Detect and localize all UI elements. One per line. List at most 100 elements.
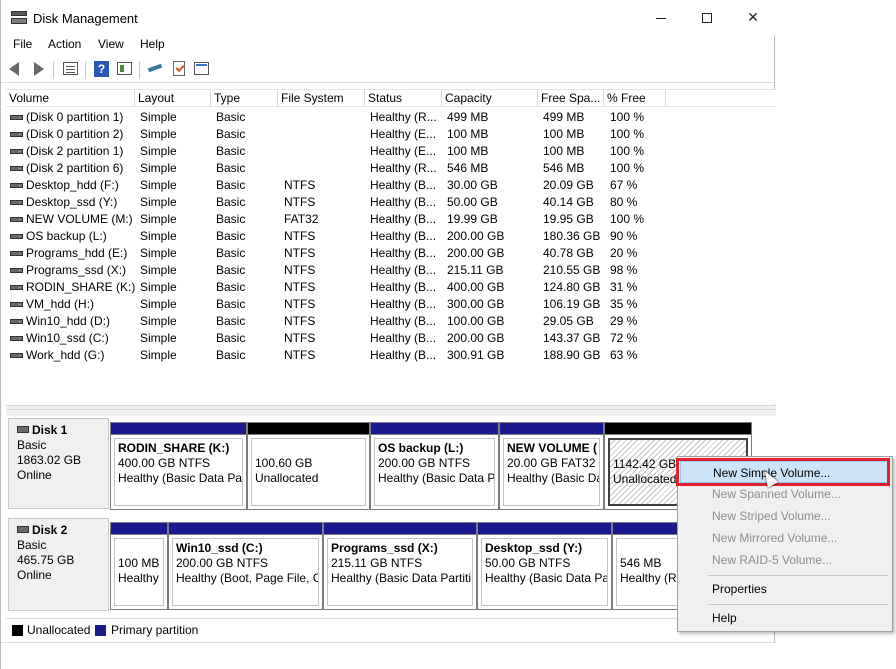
column-header-layout[interactable]: Layout xyxy=(135,90,211,107)
cell-volume: OS backup (L:) xyxy=(26,229,107,243)
column-header-capacity[interactable]: Capacity xyxy=(442,90,538,107)
volume-row[interactable]: Desktop_hdd (F:) Simple Basic NTFS Healthy (… xyxy=(6,177,776,194)
volume-row[interactable]: Programs_ssd (X:) Simple Basic NTFS Healthy … xyxy=(6,262,776,279)
partition-status: Unallocated xyxy=(255,471,319,485)
partition-status: Healthy (Basic Data Pa xyxy=(485,571,608,585)
horizontal-scroll-strip xyxy=(6,410,776,416)
cell-free-space: 499 MB xyxy=(543,110,585,124)
partition-details: 100 MB Healthy xyxy=(114,538,164,606)
menu-help[interactable]: Help xyxy=(140,37,165,51)
volume-row[interactable]: RODIN_SHARE (K:) Simple Basic NTFS Healthy (… xyxy=(6,279,776,296)
volume-icon xyxy=(10,217,23,222)
volume-list[interactable]: Volume Layout Type File System Status Ca… xyxy=(6,89,776,404)
disk-1-partition[interactable]: RODIN_SHARE (K:) 400.00 GB NTFS Healthy (B… xyxy=(110,422,247,510)
check-button[interactable] xyxy=(170,61,188,77)
window-title: Disk Management xyxy=(33,11,138,26)
column-header-volume[interactable]: Volume xyxy=(6,90,135,107)
cell-free-space: 20.09 GB xyxy=(543,178,594,192)
disk-2-label[interactable]: Disk 2 Basic 465.75 GB Online xyxy=(8,518,109,611)
cell-type: Basic xyxy=(216,178,246,192)
volume-row[interactable]: (Disk 2 partition 6) Simple Basic Healthy (… xyxy=(6,160,776,177)
forward-button[interactable] xyxy=(29,61,47,77)
volume-row[interactable]: Win10_hdd (D:) Simple Basic NTFS Healthy (B.… xyxy=(6,313,776,330)
disk-1-partition[interactable]: OS backup (L:) 200.00 GB NTFS Healthy (Bas… xyxy=(370,422,499,510)
disk-1-name: Disk 1 xyxy=(17,423,108,438)
back-button[interactable] xyxy=(7,61,25,77)
disk-2-partition[interactable]: 100 MB Healthy xyxy=(110,522,168,610)
close-icon: ✕ xyxy=(747,9,759,25)
volume-row[interactable]: Work_hdd (G:) Simple Basic NTFS Healthy (B..… xyxy=(6,347,776,364)
cell-layout: Simple xyxy=(140,229,177,243)
menu-new-spanned-volume[interactable]: New Spanned Volume... xyxy=(680,483,890,505)
cell-layout: Simple xyxy=(140,246,177,260)
disk-1-label[interactable]: Disk 1 Basic 1863.02 GB Online xyxy=(8,418,109,509)
volume-row[interactable]: NEW VOLUME (M:) Simple Basic FAT32 Healthy (… xyxy=(6,211,776,228)
close-button[interactable]: ✕ xyxy=(730,0,776,35)
disk-icon xyxy=(17,526,29,533)
show-hide-console-tree-button[interactable] xyxy=(62,61,80,77)
column-header-type[interactable]: Type xyxy=(211,90,278,107)
disk-1-name-text: Disk 1 xyxy=(32,423,68,437)
window-button[interactable] xyxy=(193,61,211,77)
volume-icon xyxy=(10,149,23,154)
cell-type: Basic xyxy=(216,246,246,260)
connect-button[interactable] xyxy=(147,61,165,77)
menu-file[interactable]: File xyxy=(13,37,32,51)
toolbar: ? xyxy=(1,57,776,83)
cell-free-space: 40.78 GB xyxy=(543,246,594,260)
help-button[interactable]: ? xyxy=(93,61,111,77)
column-header-status[interactable]: Status xyxy=(365,90,442,107)
disk-1-partition[interactable]: 100.60 GB Unallocated xyxy=(247,422,370,510)
volume-row[interactable]: Programs_hdd (E:) Simple Basic NTFS Healthy … xyxy=(6,245,776,262)
column-header-file-system[interactable]: File System xyxy=(278,90,365,107)
cell-percent-free: 100 % xyxy=(610,127,645,141)
menu-view[interactable]: View xyxy=(98,37,124,51)
volume-row[interactable]: OS backup (L:) Simple Basic NTFS Healthy (B.… xyxy=(6,228,776,245)
cell-percent-free: 20 % xyxy=(610,246,638,260)
volume-row[interactable]: (Disk 0 partition 1) Simple Basic Healthy (… xyxy=(6,109,776,126)
partition-size: 215.11 GB NTFS xyxy=(331,556,423,570)
cell-type: Basic xyxy=(216,263,246,277)
cell-percent-free: 67 % xyxy=(610,178,638,192)
disk-2-partition[interactable]: Programs_ssd (X:) 215.11 GB NTFS Healthy (… xyxy=(323,522,477,610)
volume-row[interactable]: Desktop_ssd (Y:) Simple Basic NTFS Healthy (… xyxy=(6,194,776,211)
volume-icon xyxy=(10,234,23,239)
properties-button[interactable] xyxy=(116,61,134,77)
volume-row[interactable]: (Disk 0 partition 2) Simple Basic Healthy (… xyxy=(6,126,776,143)
disk-2-partition[interactable]: Win10_ssd (C:) 200.00 GB NTFS Healthy (Boo… xyxy=(168,522,323,610)
cell-file-system: NTFS xyxy=(284,314,316,328)
cell-percent-free: 31 % xyxy=(610,280,638,294)
disk-1-partition[interactable]: NEW VOLUME (20.00 GB FAT32 Healthy (Basic… xyxy=(499,422,604,510)
partition-size: 200.00 GB NTFS xyxy=(378,456,471,470)
cell-layout: Simple xyxy=(140,144,177,158)
cell-file-system: NTFS xyxy=(284,195,316,209)
cell-capacity: 300.91 GB xyxy=(447,348,505,362)
volume-row[interactable]: (Disk 2 partition 1) Simple Basic Healthy (… xyxy=(6,143,776,160)
disk-2-partition[interactable]: Desktop_ssd (Y:) 50.00 GB NTFS Healthy (Ba… xyxy=(477,522,612,610)
partition-details: NEW VOLUME (20.00 GB FAT32 Healthy (Basic… xyxy=(503,438,600,506)
cell-free-space: 29.05 GB xyxy=(543,314,594,328)
cell-capacity: 30.00 GB xyxy=(447,178,498,192)
cell-status: Healthy (B... xyxy=(370,331,437,345)
volume-icon xyxy=(10,166,23,171)
cell-status: Healthy (B... xyxy=(370,263,437,277)
window-icon xyxy=(194,62,209,75)
volume-row[interactable]: VM_hdd (H:) Simple Basic NTFS Healthy (B... 3… xyxy=(6,296,776,313)
volume-row[interactable]: Win10_ssd (C:) Simple Basic NTFS Healthy (B.… xyxy=(6,330,776,347)
menu-new-raid5-volume[interactable]: New RAID-5 Volume... xyxy=(680,549,890,571)
menu-new-striped-volume[interactable]: New Striped Volume... xyxy=(680,505,890,527)
back-arrow-icon xyxy=(9,62,19,76)
menu-help-item[interactable]: Help xyxy=(680,607,890,629)
cell-layout: Simple xyxy=(140,161,177,175)
menu-action[interactable]: Action xyxy=(48,37,81,51)
minimize-button[interactable] xyxy=(638,0,684,35)
cell-type: Basic xyxy=(216,195,246,209)
cell-percent-free: 90 % xyxy=(610,229,638,243)
cell-layout: Simple xyxy=(140,127,177,141)
menu-new-mirrored-volume[interactable]: New Mirrored Volume... xyxy=(680,527,890,549)
column-header-percent-free[interactable]: % Free xyxy=(604,90,666,107)
menu-properties[interactable]: Properties xyxy=(680,578,890,600)
column-header-free-space[interactable]: Free Spa... xyxy=(538,90,604,107)
unallocated-legend-swatch xyxy=(12,625,23,636)
maximize-button[interactable] xyxy=(684,0,730,35)
